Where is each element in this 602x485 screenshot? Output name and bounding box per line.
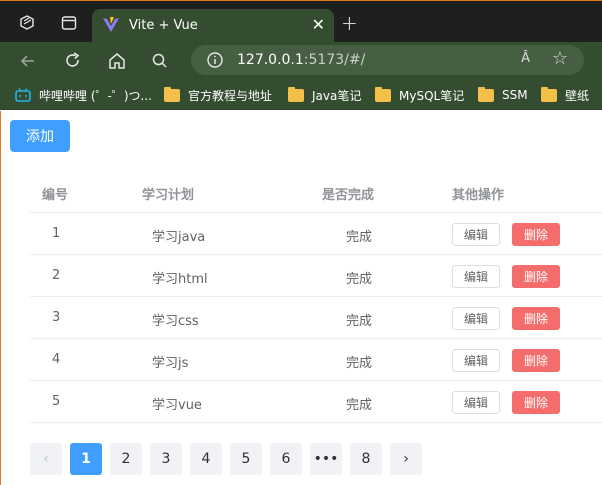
bookmark-label: 壁纸: [565, 88, 590, 103]
page-button-5[interactable]: 5: [230, 443, 262, 475]
url-path: :5173/#/: [303, 52, 366, 68]
row-id: 2: [52, 268, 61, 283]
folder-icon: [541, 86, 557, 102]
refresh-icon[interactable]: [63, 51, 83, 71]
new-tab-icon[interactable]: +: [341, 11, 358, 35]
folder-icon: [288, 86, 304, 102]
row-status: 完成: [346, 314, 373, 329]
vite-logo-icon: [103, 17, 119, 32]
row-status: 完成: [346, 230, 373, 245]
row-plan: 学习html: [152, 272, 208, 287]
bookmark-label: 哔哩哔哩 (゜-゜)つ...: [39, 88, 152, 103]
url-host: 127.0.0.1: [237, 52, 304, 68]
close-tab-icon[interactable]: ✕: [312, 15, 325, 34]
tab-vite-vue[interactable]: Vite + Vue ✕: [92, 9, 334, 43]
folder-icon: [164, 86, 180, 102]
bookmark-label: 官方教程与地址: [188, 88, 273, 103]
back-icon[interactable]: [18, 51, 38, 71]
row-id: 5: [52, 394, 61, 409]
edit-button[interactable]: 编辑: [452, 391, 500, 414]
browser-tab-bar: Vite + Vue ✕ +: [0, 0, 602, 43]
page-button-3[interactable]: 3: [150, 443, 182, 475]
bookmark-folder-mysql[interactable]: MySQL笔记: [375, 86, 464, 104]
more-pages-button[interactable]: •••: [310, 443, 342, 475]
table-row: 4 学习js 完成 编辑 删除: [30, 339, 602, 381]
edit-button[interactable]: 编辑: [452, 223, 500, 246]
search-icon[interactable]: [150, 51, 170, 71]
delete-button[interactable]: 删除: [512, 307, 560, 330]
home-icon[interactable]: [107, 51, 127, 71]
row-id: 3: [52, 310, 61, 325]
table-row: 1 学习java 完成 编辑 删除: [30, 213, 602, 255]
column-header-id: 编号: [42, 188, 69, 203]
edit-button[interactable]: 编辑: [452, 265, 500, 288]
row-plan: 学习vue: [152, 398, 202, 413]
browser-toolbar: 127.0.0.1:5173/#/ Ȃ ☆: [0, 42, 602, 80]
delete-button[interactable]: 删除: [512, 349, 560, 372]
delete-button[interactable]: 删除: [512, 391, 560, 414]
row-status: 完成: [346, 272, 373, 287]
column-header-done: 是否完成: [322, 188, 375, 203]
column-header-plan: 学习计划: [142, 188, 195, 203]
row-status: 完成: [346, 356, 373, 371]
row-status: 完成: [346, 398, 373, 413]
address-bar[interactable]: 127.0.0.1:5173/#/ Ȃ ☆: [191, 45, 584, 75]
bookmark-folder-tutorials[interactable]: 官方教程与地址: [164, 86, 272, 104]
site-info-icon[interactable]: [206, 51, 224, 69]
table-row: 2 学习html 完成 编辑 删除: [30, 255, 602, 297]
bookmark-folder-ssm[interactable]: SSM: [478, 86, 528, 104]
row-plan: 学习java: [152, 230, 206, 245]
page-button-8[interactable]: 8: [350, 443, 382, 475]
bookmark-bilibili[interactable]: 哔哩哔哩 (゜-゜)つ...: [15, 86, 152, 104]
bookmark-folder-wallpaper[interactable]: 壁纸: [541, 86, 589, 104]
favorite-star-icon[interactable]: ☆: [552, 48, 568, 69]
folder-icon: [375, 86, 391, 102]
prev-page-button[interactable]: ‹: [30, 443, 62, 475]
edit-button[interactable]: 编辑: [452, 307, 500, 330]
page-button-2[interactable]: 2: [110, 443, 142, 475]
bilibili-icon: [15, 88, 31, 102]
bookmark-label: Java笔记: [312, 88, 362, 103]
bookmark-folder-java[interactable]: Java笔记: [288, 86, 361, 104]
row-id: 1: [52, 226, 61, 241]
bookmark-label: SSM: [502, 88, 528, 102]
edit-button[interactable]: 编辑: [452, 349, 500, 372]
column-header-actions: 其他操作: [452, 188, 505, 203]
table-header: 编号 学习计划 是否完成 其他操作: [30, 171, 602, 213]
tab-actions-icon[interactable]: [60, 14, 78, 32]
add-button[interactable]: 添加: [10, 120, 70, 152]
page-button-4[interactable]: 4: [190, 443, 222, 475]
study-plan-table: 编号 学习计划 是否完成 其他操作 1 学习java 完成 编辑 删除 2 学习…: [30, 171, 602, 423]
read-aloud-icon[interactable]: Ȃ: [521, 51, 530, 66]
table-row: 5 学习vue 完成 编辑 删除: [30, 381, 602, 423]
next-page-button[interactable]: ›: [390, 443, 422, 475]
table-row: 3 学习css 完成 编辑 删除: [30, 297, 602, 339]
delete-button[interactable]: 删除: [512, 265, 560, 288]
row-id: 4: [52, 352, 61, 367]
tab-title: Vite + Vue: [129, 18, 198, 33]
delete-button[interactable]: 删除: [512, 223, 560, 246]
row-plan: 学习js: [152, 356, 189, 371]
page-content: 添加 编号 学习计划 是否完成 其他操作 1 学习java 完成 编辑 删除 2…: [0, 111, 602, 485]
row-plan: 学习css: [152, 314, 199, 329]
workspaces-icon[interactable]: [18, 14, 36, 32]
bookmarks-bar: 哔哩哔哩 (゜-゜)つ... 官方教程与地址 Java笔记 MySQL笔记 SS…: [0, 80, 602, 110]
page-button-6[interactable]: 6: [270, 443, 302, 475]
url-text: 127.0.0.1:5173/#/: [237, 52, 365, 68]
page-button-1[interactable]: 1: [70, 443, 102, 475]
bookmark-label: MySQL笔记: [399, 88, 465, 103]
folder-icon: [478, 86, 494, 102]
